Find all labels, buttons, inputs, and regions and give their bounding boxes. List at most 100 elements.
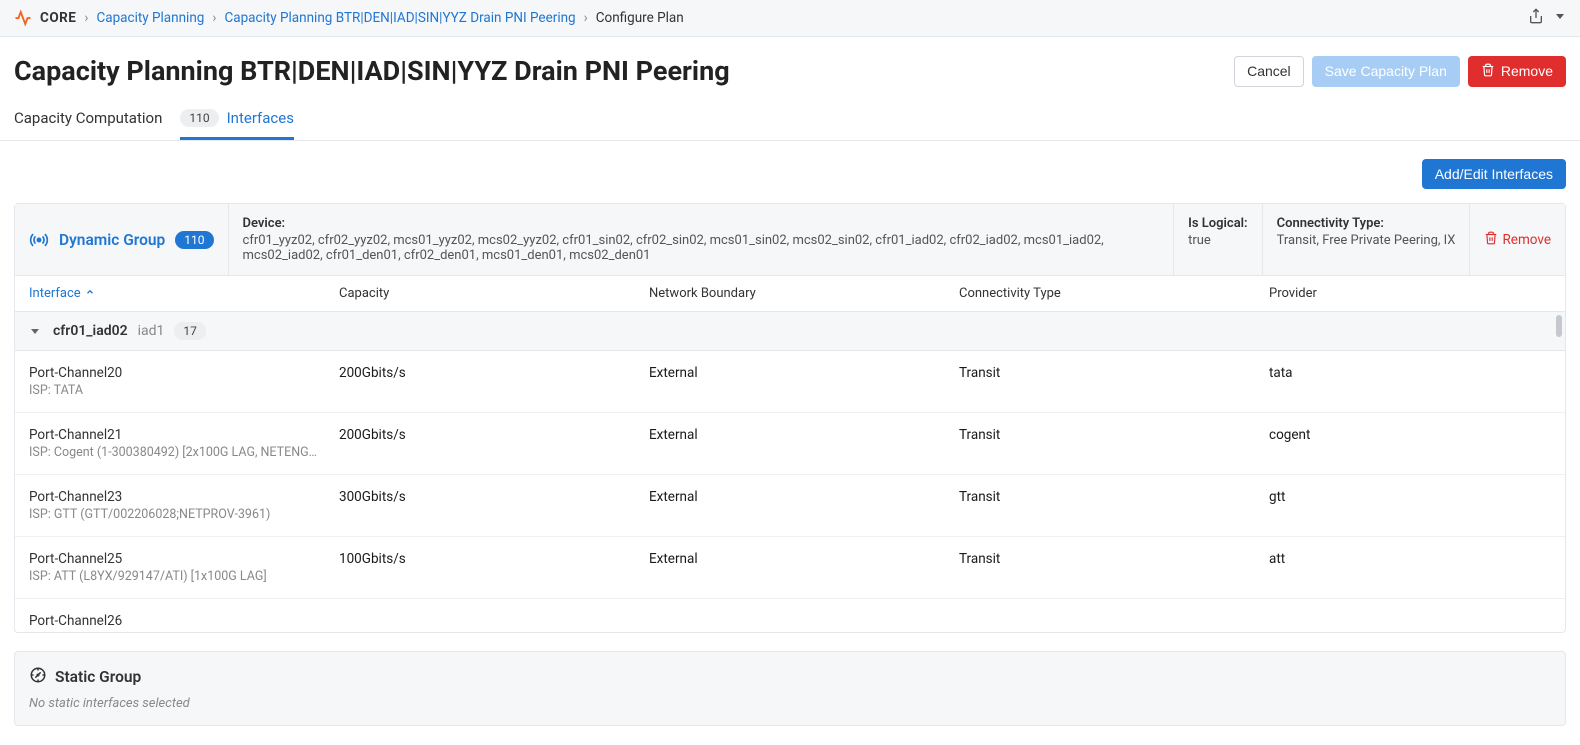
logical-cell: Is Logical: true	[1173, 204, 1262, 275]
cell-capacity	[339, 613, 649, 631]
cell-connectivity: Transit	[959, 427, 1269, 460]
interface-desc: ISP: ATT (L8YX/929147/ATI) [1x100G LAG]	[29, 569, 319, 584]
cell-capacity: 100Gbits/s	[339, 551, 649, 584]
cell-interface: Port-Channel21 ISP: Cogent (1-300380492)…	[29, 427, 339, 460]
device-value: cfr01_yyz02, cfr02_yyz02, mcs01_yyz02, m…	[243, 233, 1160, 263]
trash-icon	[1484, 231, 1498, 249]
device-label: Device:	[243, 216, 286, 231]
cell-boundary: External	[649, 365, 959, 398]
cell-interface: Port-Channel25 ISP: ATT (L8YX/929147/ATI…	[29, 551, 339, 584]
col-connectivity[interactable]: Connectivity Type	[959, 286, 1269, 301]
group-row-count: 17	[174, 322, 206, 340]
interface-desc: ISP: Cogent (1-300380492) [2x100G LAG, N…	[29, 445, 319, 460]
col-boundary[interactable]: Network Boundary	[649, 286, 959, 301]
chevron-right-icon: ›	[84, 10, 88, 26]
cancel-button[interactable]: Cancel	[1234, 56, 1304, 87]
broadcast-icon	[29, 230, 49, 250]
interface-name: Port-Channel21	[29, 427, 339, 443]
col-provider[interactable]: Provider	[1269, 286, 1551, 301]
col-capacity[interactable]: Capacity	[339, 286, 649, 301]
logo-icon	[14, 9, 32, 27]
top-actions	[1528, 8, 1566, 28]
logical-label: Is Logical:	[1188, 216, 1248, 231]
interface-name: Port-Channel20	[29, 365, 339, 381]
cell-interface: Port-Channel23 ISP: GTT (GTT/002206028;N…	[29, 489, 339, 522]
table-row[interactable]: Port-Channel26	[15, 599, 1565, 632]
tab-label: Capacity Computation	[14, 109, 162, 127]
breadcrumb-current: Configure Plan	[596, 10, 684, 26]
static-group-empty: No static interfaces selected	[29, 696, 1551, 711]
add-edit-interfaces-button[interactable]: Add/Edit Interfaces	[1422, 159, 1566, 189]
cell-capacity: 200Gbits/s	[339, 365, 649, 398]
target-icon	[29, 666, 47, 688]
chevron-right-icon: ›	[212, 10, 216, 26]
group-count-badge: 110	[175, 231, 213, 249]
tab-label: Interfaces	[227, 109, 294, 127]
caret-down-icon[interactable]	[29, 325, 43, 337]
remove-cell: Remove	[1469, 204, 1565, 275]
table-row[interactable]: Port-Channel20 ISP: TATA 200Gbits/s Exte…	[15, 351, 1565, 413]
table-row[interactable]: Port-Channel25 ISP: ATT (L8YX/929147/ATI…	[15, 537, 1565, 599]
cell-provider: att	[1269, 551, 1551, 584]
static-group-panel: Static Group No static interfaces select…	[14, 651, 1566, 726]
remove-button[interactable]: Remove	[1468, 56, 1566, 87]
device-filter-cell: Device: cfr01_yyz02, cfr02_yyz02, mcs01_…	[228, 204, 1174, 275]
tabs: Capacity Computation 110 Interfaces	[0, 87, 1580, 141]
tab-capacity-computation[interactable]: Capacity Computation	[14, 109, 162, 140]
logical-value: true	[1188, 233, 1248, 248]
interface-desc: ISP: TATA	[29, 383, 319, 398]
breadcrumb: CORE › Capacity Planning › Capacity Plan…	[14, 9, 684, 27]
sort-asc-icon	[85, 286, 95, 301]
share-icon[interactable]	[1528, 8, 1544, 28]
connectivity-label: Connectivity Type:	[1277, 216, 1384, 231]
cell-provider	[1269, 613, 1551, 631]
toolbar: Add/Edit Interfaces	[0, 141, 1580, 203]
interface-name: Port-Channel26	[29, 613, 339, 629]
remove-group-label: Remove	[1502, 232, 1551, 248]
dropdown-caret-icon[interactable]	[1554, 8, 1566, 28]
header-buttons: Cancel Save Capacity Plan Remove	[1234, 56, 1566, 87]
col-label: Interface	[29, 286, 81, 301]
cell-boundary: External	[649, 489, 959, 522]
top-bar: CORE › Capacity Planning › Capacity Plan…	[0, 0, 1580, 37]
interface-desc: ISP: GTT (GTT/002206028;NETPROV-3961)	[29, 507, 319, 522]
table-scroll-area[interactable]: cfr01_iad02 iad1 17 Port-Channel20 ISP: …	[15, 312, 1565, 632]
cell-connectivity: Transit	[959, 365, 1269, 398]
cell-interface: Port-Channel26	[29, 613, 339, 631]
cell-connectivity	[959, 613, 1269, 631]
col-interface[interactable]: Interface	[29, 286, 339, 301]
cell-provider: gtt	[1269, 489, 1551, 522]
brand-label: CORE	[40, 10, 76, 26]
panel-header: Dynamic Group 110 Device: cfr01_yyz02, c…	[15, 204, 1565, 276]
table-row[interactable]: Port-Channel23 ISP: GTT (GTT/002206028;N…	[15, 475, 1565, 537]
remove-button-label: Remove	[1501, 63, 1553, 79]
connectivity-value: Transit, Free Private Peering, IX	[1277, 233, 1456, 248]
dynamic-group-panel: Dynamic Group 110 Device: cfr01_yyz02, c…	[14, 203, 1566, 633]
cell-provider: cogent	[1269, 427, 1551, 460]
group-title: Dynamic Group	[59, 231, 165, 249]
cell-capacity: 200Gbits/s	[339, 427, 649, 460]
page-title: Capacity Planning BTR|DEN|IAD|SIN|YYZ Dr…	[14, 55, 730, 87]
device-group-row[interactable]: cfr01_iad02 iad1 17	[15, 312, 1565, 351]
group-title-cell: Dynamic Group 110	[15, 204, 228, 275]
cell-connectivity: Transit	[959, 489, 1269, 522]
group-row-sub: iad1	[138, 323, 165, 339]
cell-connectivity: Transit	[959, 551, 1269, 584]
remove-group-button[interactable]: Remove	[1484, 231, 1551, 249]
table-row[interactable]: Port-Channel21 ISP: Cogent (1-300380492)…	[15, 413, 1565, 475]
breadcrumb-link-plan[interactable]: Capacity Planning BTR|DEN|IAD|SIN|YYZ Dr…	[224, 10, 575, 26]
page-header: Capacity Planning BTR|DEN|IAD|SIN|YYZ Dr…	[0, 37, 1580, 87]
cell-boundary	[649, 613, 959, 631]
cell-interface: Port-Channel20 ISP: TATA	[29, 365, 339, 398]
breadcrumb-link-capacity-planning[interactable]: Capacity Planning	[96, 10, 204, 26]
tab-badge: 110	[180, 109, 218, 127]
scrollbar-thumb[interactable]	[1556, 315, 1562, 337]
static-group-title: Static Group	[55, 668, 141, 686]
save-button: Save Capacity Plan	[1312, 56, 1460, 87]
cell-boundary: External	[649, 551, 959, 584]
chevron-right-icon: ›	[584, 10, 588, 26]
connectivity-cell: Connectivity Type: Transit, Free Private…	[1262, 204, 1470, 275]
table-header: Interface Capacity Network Boundary Conn…	[15, 276, 1565, 312]
tab-interfaces[interactable]: 110 Interfaces	[180, 109, 294, 140]
cell-boundary: External	[649, 427, 959, 460]
